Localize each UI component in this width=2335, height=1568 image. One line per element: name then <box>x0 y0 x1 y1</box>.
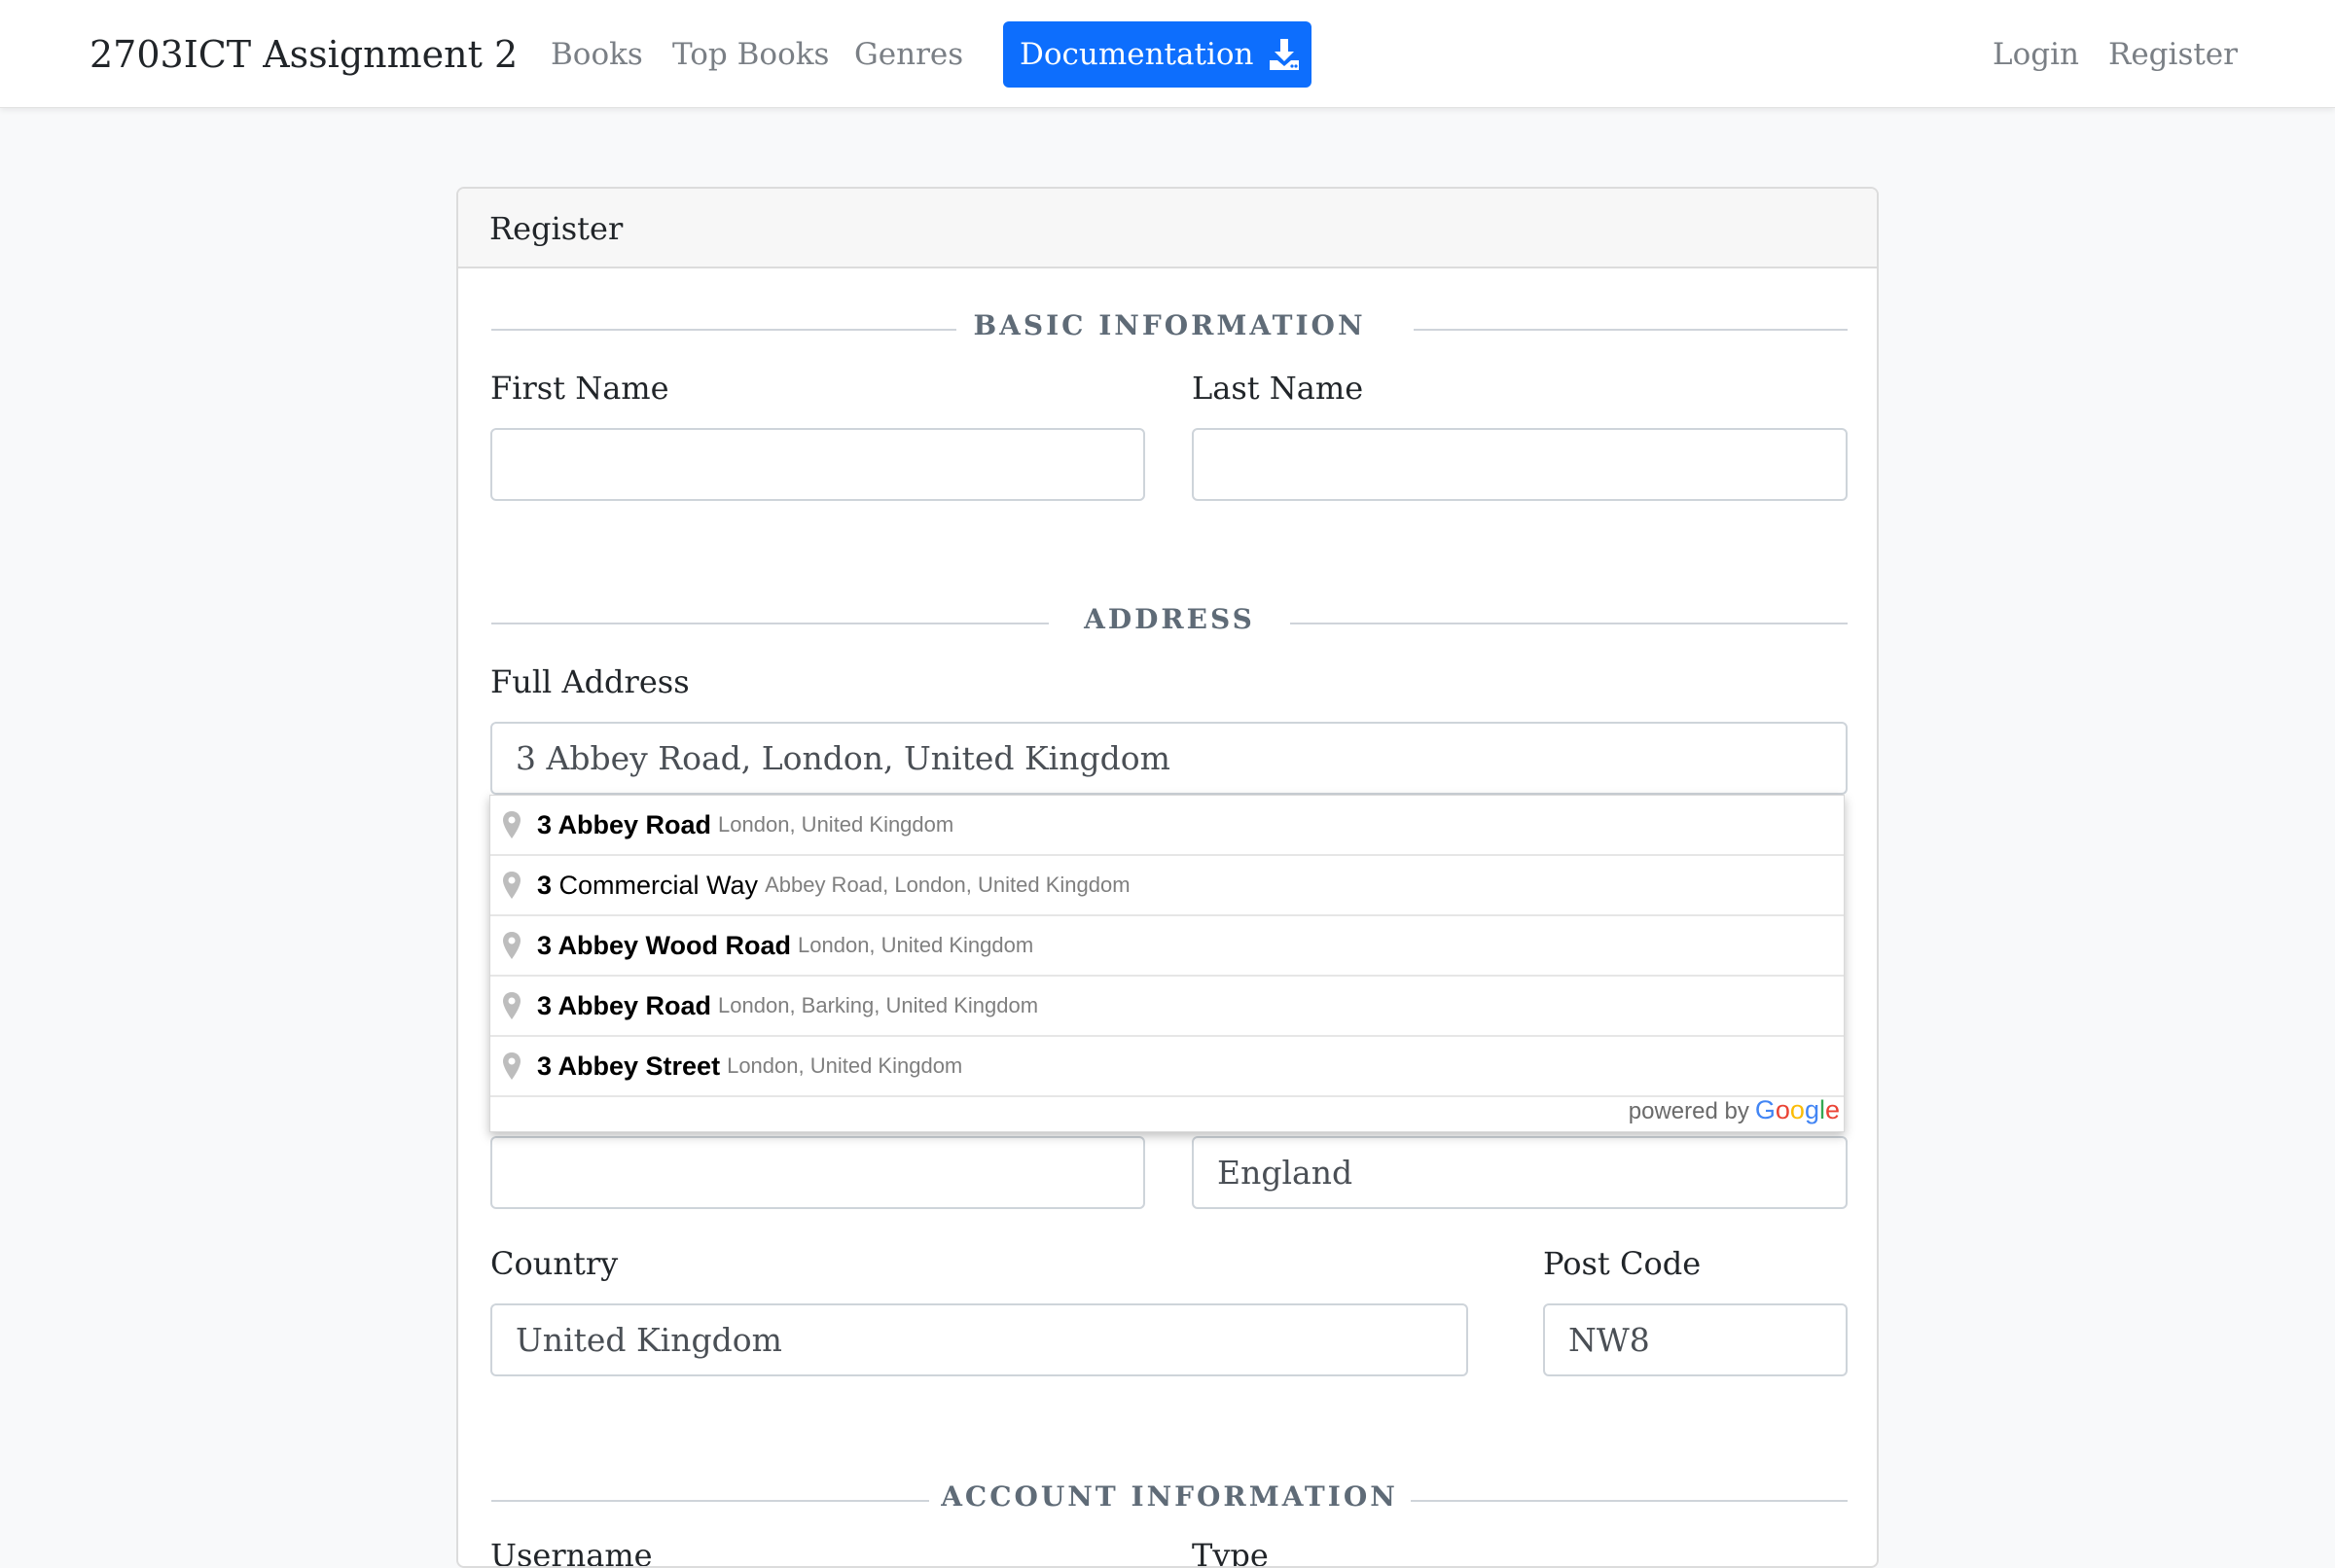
brand-link[interactable]: 2703ICT Assignment 2 <box>90 33 518 76</box>
country-label: Country <box>490 1245 619 1282</box>
section-title: ACCOUNT INFORMATION <box>941 1480 1398 1513</box>
map-pin-icon <box>503 872 521 899</box>
suggestion-secondary: London, United Kingdom <box>718 812 954 837</box>
autocomplete-suggestion[interactable]: 3 Abbey Wood Road London, United Kingdom <box>490 916 1844 977</box>
suggestion-secondary: Abbey Road, London, United Kingdom <box>765 873 1131 897</box>
city-input[interactable] <box>490 1136 1145 1209</box>
section-address: ADDRESS <box>491 603 1848 642</box>
post-code-input[interactable]: NW8 <box>1543 1303 1848 1376</box>
type-label: Type <box>1192 1537 1269 1568</box>
nav-link-books[interactable]: Books <box>551 37 643 72</box>
first-name-input[interactable] <box>490 428 1145 501</box>
google-logo-letter: o <box>1789 1095 1805 1124</box>
powered-by-google: powered by Google <box>1629 1095 1840 1125</box>
suggestion-main-matched: 3 Abbey Street <box>537 1051 721 1081</box>
section-title: BASIC INFORMATION <box>973 309 1366 341</box>
suggestion-main-matched: 3 <box>537 870 553 900</box>
map-pin-icon <box>503 932 521 959</box>
card-title: Register <box>489 210 624 247</box>
google-logo-letter: g <box>1804 1095 1819 1124</box>
nav-link-genres[interactable]: Genres <box>854 37 963 72</box>
suggestion-secondary: London, United Kingdom <box>798 933 1034 957</box>
google-logo: Google <box>1755 1095 1840 1125</box>
download-icon <box>1269 39 1299 70</box>
suggestion-secondary: London, United Kingdom <box>727 1053 963 1078</box>
address-autocomplete-dropdown: 3 Abbey Road London, United Kingdom 3 Co… <box>489 795 1845 1132</box>
documentation-button-label: Documentation <box>1020 37 1254 72</box>
navbar: 2703ICT Assignment 2 Books Top Books Gen… <box>0 0 2335 108</box>
suggestion-main-rest: Commercial Way <box>552 870 759 900</box>
map-pin-icon <box>503 811 521 838</box>
first-name-label: First Name <box>490 370 669 407</box>
last-name-label: Last Name <box>1192 370 1364 407</box>
nav-link-login[interactable]: Login <box>1993 37 2079 72</box>
autocomplete-suggestion[interactable]: 3 Abbey Road London, Barking, United Kin… <box>490 977 1844 1037</box>
nav-link-top-books[interactable]: Top Books <box>672 37 829 72</box>
last-name-input[interactable] <box>1192 428 1848 501</box>
full-address-label: Full Address <box>490 663 690 700</box>
suggestion-main-matched: 3 Abbey Road <box>537 809 712 839</box>
documentation-button[interactable]: Documentation <box>1003 21 1311 88</box>
suggestion-secondary: London, Barking, United Kingdom <box>718 993 1039 1017</box>
map-pin-icon <box>503 992 521 1019</box>
google-logo-letter: e <box>1824 1095 1840 1124</box>
powered-by-text: powered by <box>1628 1098 1749 1124</box>
suggestion-main-matched: 3 Abbey Wood Road <box>537 930 792 960</box>
autocomplete-suggestion[interactable]: 3 Abbey Road London, United Kingdom <box>490 796 1844 856</box>
google-logo-letter: G <box>1754 1095 1776 1124</box>
username-label: Username <box>490 1537 653 1568</box>
state-input[interactable]: England <box>1192 1136 1848 1209</box>
map-pin-icon <box>503 1052 521 1080</box>
full-address-input[interactable]: 3 Abbey Road, London, United Kingdom <box>490 722 1848 795</box>
section-account-information: ACCOUNT INFORMATION <box>491 1480 1848 1519</box>
google-logo-letter: o <box>1775 1095 1790 1124</box>
autocomplete-suggestion[interactable]: 3 Abbey Street London, United Kingdom <box>490 1037 1844 1097</box>
section-title: ADDRESS <box>1084 603 1255 635</box>
suggestion-main-matched: 3 Abbey Road <box>537 990 712 1020</box>
country-input[interactable]: United Kingdom <box>490 1303 1468 1376</box>
nav-link-register[interactable]: Register <box>2108 37 2238 72</box>
autocomplete-suggestion[interactable]: 3 Commercial Way Abbey Road, London, Uni… <box>490 856 1844 916</box>
card-header: Register <box>458 189 1877 268</box>
section-basic-information: BASIC INFORMATION <box>491 309 1848 348</box>
post-code-label: Post Code <box>1543 1245 1702 1282</box>
